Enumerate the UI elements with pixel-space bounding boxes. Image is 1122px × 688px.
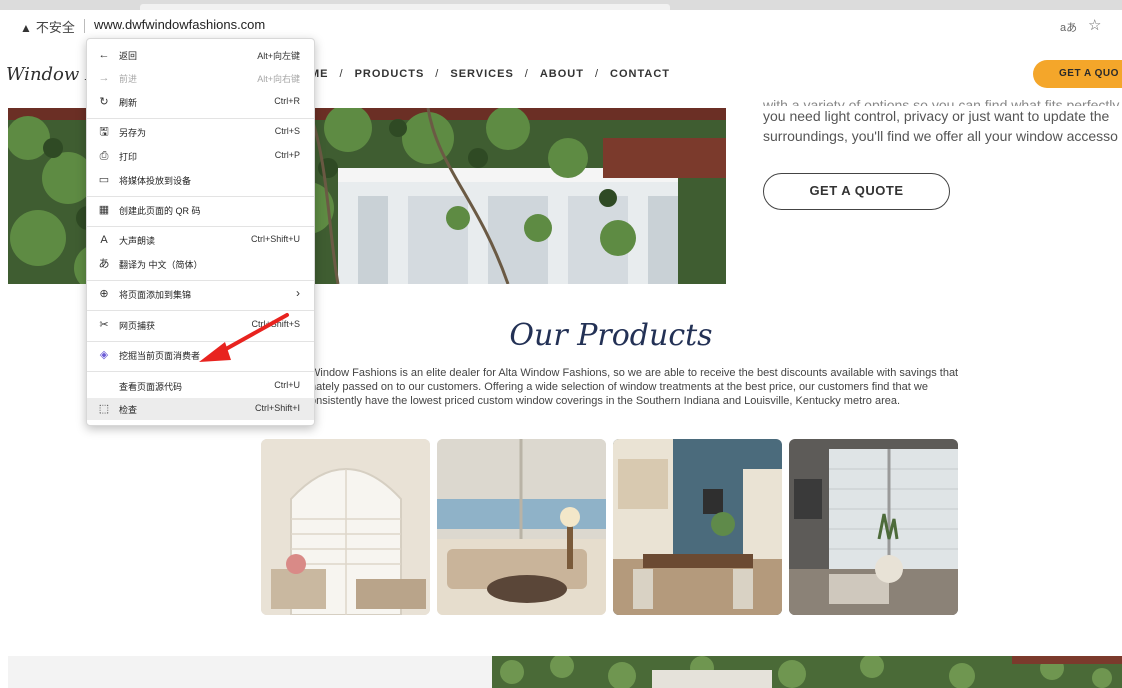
menu-shortcut: Ctrl+R xyxy=(274,96,300,106)
menu-label: 打印 xyxy=(119,152,138,162)
web-capture-icon: ✂ xyxy=(99,319,109,331)
product-tile-shades[interactable] xyxy=(437,439,606,615)
menu-divider xyxy=(87,371,314,372)
forward-arrow-icon: → xyxy=(98,72,110,84)
menu-item-qr-code[interactable]: ▦ 创建此页面的 QR 码 xyxy=(87,199,314,221)
view-source-icon xyxy=(97,379,111,393)
read-aloud-icon: A xyxy=(100,234,108,246)
translate-icon: あ xyxy=(98,258,110,270)
inspect-icon: ⬚ xyxy=(98,403,110,415)
menu-label: 前进 xyxy=(119,74,138,84)
nav-products[interactable]: PRODUCTS xyxy=(355,68,425,80)
hero-get-quote-button[interactable]: GET A QUOTE xyxy=(763,173,950,210)
menu-label: 刷新 xyxy=(119,98,138,108)
refresh-icon: ↻ xyxy=(99,96,109,108)
menu-shortcut: Ctrl+U xyxy=(274,380,300,390)
bottom-section-left xyxy=(8,656,492,688)
security-label: 不安全 xyxy=(35,20,75,35)
menu-label: 将媒体投放到设备 xyxy=(119,176,192,186)
product-tiles xyxy=(261,439,958,615)
security-indicator[interactable]: ▲ 不安全 xyxy=(20,17,75,36)
nav-about[interactable]: ABOUT xyxy=(540,68,584,80)
nav-separator: / xyxy=(339,68,344,80)
menu-label: 查看页面源代码 xyxy=(119,382,183,392)
back-arrow-icon: ← xyxy=(98,49,110,61)
menu-item-inspect[interactable]: ⬚ 检查 Ctrl+Shift+I xyxy=(87,398,314,420)
menu-label: 检查 xyxy=(119,405,138,415)
hero-description: with a variety of options so you can fin… xyxy=(763,98,1122,146)
main-nav: ME / PRODUCTS / SERVICES / ABOUT / CONTA… xyxy=(310,68,670,80)
menu-shortcut: Ctrl+S xyxy=(274,126,300,136)
hero-line-3: surroundings, you'll find we offer all y… xyxy=(763,128,1118,144)
product-tile-shutters[interactable] xyxy=(261,439,430,615)
hero-line-1: with a variety of options so you can fin… xyxy=(763,98,1120,106)
bottom-section-image xyxy=(492,656,1122,688)
menu-label: 网页捕获 xyxy=(119,321,156,331)
cast-icon: ▭ xyxy=(98,174,110,186)
favorites-star-icon[interactable]: ☆ xyxy=(1088,16,1101,34)
qr-code-icon: ▦ xyxy=(98,204,110,216)
address-bar[interactable]: ▲ 不安全 www.dwfwindowfashions.com aあ ☆ xyxy=(0,10,1122,41)
menu-divider xyxy=(87,196,314,197)
browser-tab-strip xyxy=(0,0,1122,10)
menu-divider xyxy=(87,280,314,281)
menu-item-translate[interactable]: あ 翻译为 中文（简体） xyxy=(87,253,314,275)
annotation-arrow xyxy=(199,313,289,362)
menu-item-save-as[interactable]: 🖫 另存为 Ctrl+S xyxy=(87,121,314,143)
menu-item-back[interactable]: ← 返回 Alt+向左键 xyxy=(87,44,314,66)
save-icon: 🖫 xyxy=(99,126,109,138)
nav-contact[interactable]: CONTACT xyxy=(610,68,670,80)
menu-divider xyxy=(87,118,314,119)
menu-label: 将页面添加到集锦 xyxy=(119,290,192,300)
nav-separator: / xyxy=(435,68,440,80)
menu-shortcut: Ctrl+P xyxy=(274,150,300,160)
menu-item-add-to-collections[interactable]: ⊕ 将页面添加到集锦 › xyxy=(87,283,314,305)
menu-item-print[interactable]: ⎙ 打印 Ctrl+P xyxy=(87,145,314,167)
nav-services[interactable]: SERVICES xyxy=(450,68,513,80)
menu-shortcut: Alt+向左键 xyxy=(257,51,300,61)
menu-shortcut: Ctrl+Shift+U xyxy=(250,234,300,244)
address-separator xyxy=(84,19,85,33)
menu-shortcut: Ctrl+Shift+I xyxy=(254,403,300,413)
menu-label: 挖掘当前页面消费者 xyxy=(119,351,201,361)
menu-divider xyxy=(87,226,314,227)
translate-icon[interactable]: aあ xyxy=(1060,19,1077,35)
collections-icon: ⊕ xyxy=(99,288,109,300)
submenu-chevron-icon: › xyxy=(296,286,300,300)
menu-item-view-source[interactable]: 查看页面源代码 Ctrl+U xyxy=(87,375,314,397)
header-get-quote-button[interactable]: GET A QUO xyxy=(1033,60,1122,88)
menu-label: 返回 xyxy=(119,51,138,61)
menu-item-refresh[interactable]: ↻ 刷新 Ctrl+R xyxy=(87,91,314,113)
product-tile-sheers[interactable] xyxy=(789,439,958,615)
menu-label: 翻译为 中文（简体） xyxy=(119,260,203,270)
extension-icon: ◈ xyxy=(99,349,109,361)
products-description: Window Fashions is an elite dealer for A… xyxy=(310,367,959,407)
nav-separator: / xyxy=(524,68,529,80)
nav-separator: / xyxy=(594,68,600,80)
menu-shortcut: Alt+向右键 xyxy=(257,74,300,84)
menu-label: 大声朗读 xyxy=(119,236,156,246)
menu-item-forward[interactable]: → 前进 Alt+向右键 xyxy=(87,67,314,89)
hero-line-2: you need light control, privacy or just … xyxy=(763,108,1110,124)
product-tile-cellular[interactable] xyxy=(613,439,782,615)
url-text[interactable]: www.dwfwindowfashions.com xyxy=(94,17,265,32)
print-icon: ⎙ xyxy=(99,150,109,162)
warning-icon: ▲ xyxy=(20,21,32,35)
menu-label: 创建此页面的 QR 码 xyxy=(119,206,201,216)
menu-item-read-aloud[interactable]: A 大声朗读 Ctrl+Shift+U xyxy=(87,229,314,251)
menu-label: 另存为 xyxy=(119,128,147,138)
menu-item-cast[interactable]: ▭ 将媒体投放到设备 xyxy=(87,169,314,191)
